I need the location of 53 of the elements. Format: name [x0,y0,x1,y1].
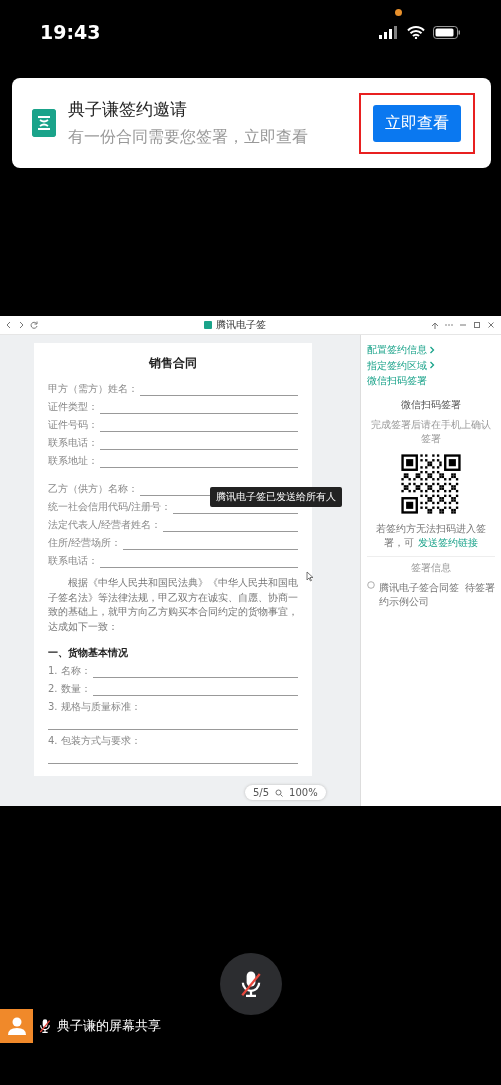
view-now-button[interactable]: 立即查看 [373,104,461,142]
signal-icon [379,25,399,39]
breadcrumb-item[interactable]: 配置签约信息 [367,343,427,357]
field-label: 联系地址： [48,454,98,468]
person-icon [6,1017,27,1035]
section-heading: 一、货物基本情况 [48,646,129,660]
field-label: 乙方（供方）名称： [48,482,138,496]
panel-heading: 微信扫码签署 [401,397,461,412]
wifi-icon [407,25,425,39]
privacy-indicator-icon [395,9,402,16]
share-icon[interactable] [431,321,439,329]
section-label: 签署信息 [367,555,495,575]
field-label: 法定代表人/经营者姓名： [48,518,162,532]
share-label: 典子谦的屏幕共享 [57,1017,161,1035]
item-label: 2. 数量： [48,682,91,696]
zoom-level: 100% [289,787,318,798]
close-icon[interactable] [487,321,495,329]
tooltip: 腾讯电子签已发送给所有人 [210,487,342,507]
battery-icon [433,25,461,39]
field-label: 住所/经营场所： [48,536,122,550]
breadcrumb-item[interactable]: 指定签约区域 [367,358,427,372]
info-icon [367,580,375,589]
field-label: 统一社会信用代码/注册号： [48,500,172,514]
field-label: 证件号码： [48,418,98,432]
notification-message: 有一份合同需要您签署，立即查看 [68,127,309,148]
item-label: 3. 规格与质量标准： [48,700,142,714]
page-indicator[interactable]: 5/5 [253,787,270,798]
contract-paragraph: 根据《中华人民共和国民法典》《中华人民共和国电子签名法》等法律法规，甲乙双方在诚实、自愿、协商一致的基础上，就甲方向乙方购买本合同约定的货物事宜，达成如下一致： [48,576,298,634]
breadcrumb-item[interactable]: 微信扫码签署 [367,374,427,388]
signer-name: 腾讯电子签合同签约示例公司 [379,580,460,609]
maximize-icon[interactable] [473,321,481,329]
zoom-icon[interactable] [275,788,284,797]
qr-code-drawing [399,451,463,516]
forward-icon[interactable] [18,321,24,329]
signer-status: 待签署 [465,580,495,595]
field-label: 甲方（需方）姓名： [48,382,138,396]
app-logo-icon [203,321,212,329]
field-label: 联系电话： [48,554,98,568]
refresh-icon[interactable] [30,321,38,329]
window-title: 腾讯电子签 [215,318,266,332]
item-label: 4. 包装方式与要求： [48,734,142,748]
panel-hint: 完成签署后请在手机上确认签署 [370,417,492,446]
field-label: 证件类型： [48,400,98,414]
notification-title: 典子谦签约邀请 [68,98,188,121]
back-icon[interactable] [6,321,12,329]
link-hint: 若签约方无法扫码进入签署，可 发送签约链接 [375,521,487,550]
send-link[interactable]: 发送签约链接 [417,536,478,548]
field-label: 联系电话： [48,436,98,450]
status-time: 19:43 [40,21,102,43]
document-title: 销售合同 [148,355,198,372]
item-label: 1. 名称： [48,664,91,678]
app-logo-icon [32,109,56,137]
notification-card[interactable]: 典子谦签约邀请 有一份合同需要您签署，立即查看 立即查看 [12,78,491,168]
